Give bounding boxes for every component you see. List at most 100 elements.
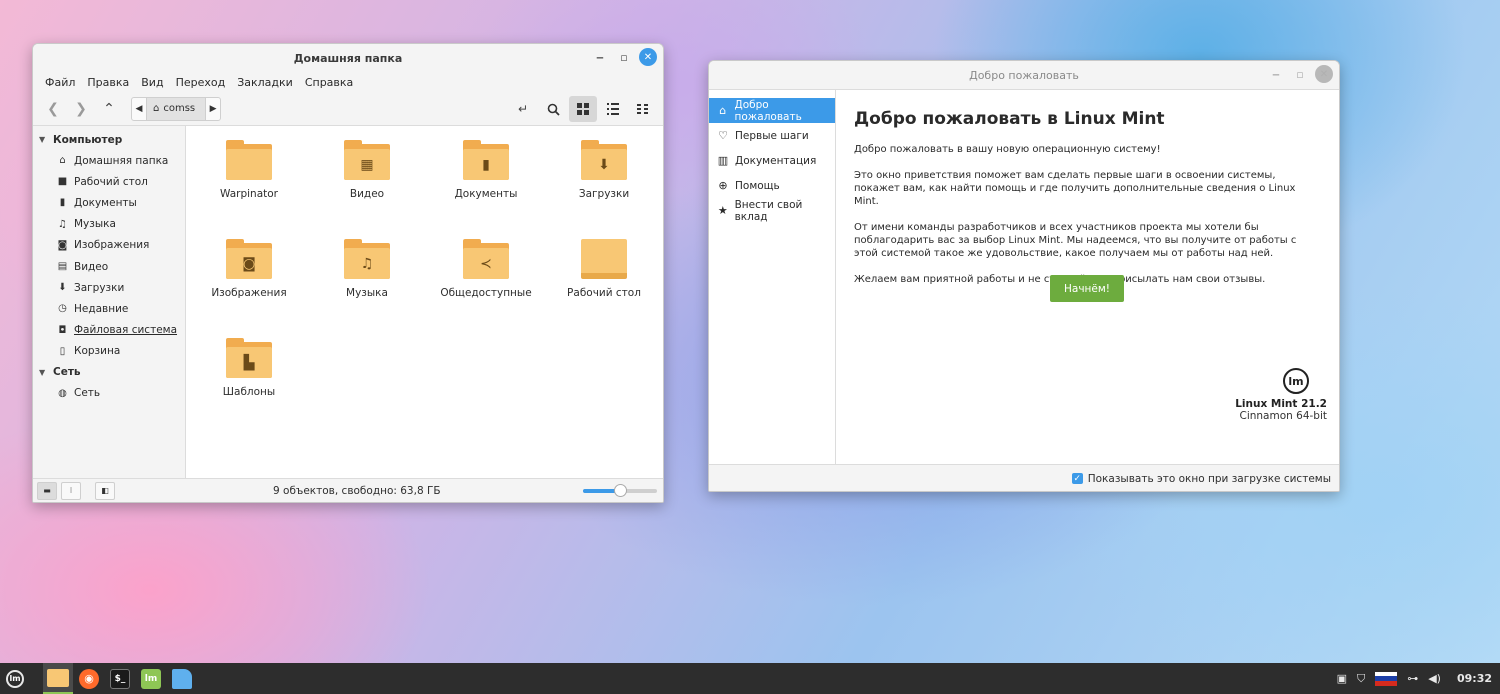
sidebar-section-network[interactable]: ▼ Сеть — [33, 362, 185, 383]
search-button[interactable] — [539, 96, 567, 122]
file-item-music[interactable]: ♫ Музыка — [312, 239, 422, 299]
lets-go-button[interactable]: Начнём! — [1050, 275, 1124, 302]
sidebar-item-desktop[interactable]: ■ Рабочий стол — [33, 171, 185, 192]
sidebar-item-documentation[interactable]: ▥ Документация — [709, 148, 835, 173]
music-icon: ♫ — [58, 218, 67, 230]
zoom-slider[interactable] — [583, 484, 657, 497]
minimize-button[interactable]: ‒ — [591, 48, 609, 66]
checkmark-icon: ✓ — [1073, 473, 1081, 484]
file-label: Музыка — [346, 287, 388, 299]
list-view-button[interactable] — [599, 96, 627, 122]
clock[interactable]: 09:32 — [1457, 672, 1492, 685]
file-item-documents[interactable]: ▮ Документы — [431, 140, 541, 200]
sidebar-item-filesystem[interactable]: ◘ Файловая система — [33, 320, 185, 341]
sidebar-item-pictures[interactable]: ◙ Изображения — [33, 235, 185, 256]
welcome-sidebar: ⌂ Добро пожаловать ♡ Первые шаги ▥ Документ… — [709, 90, 836, 464]
file-item-pictures[interactable]: ◙ Изображения — [194, 239, 304, 299]
sidebar-item-videos[interactable]: ▤ Видео — [33, 256, 185, 277]
file-item-templates[interactable]: ▙ Шаблоны — [194, 338, 304, 398]
compact-view-button[interactable] — [629, 96, 657, 122]
file-item-public[interactable]: ≺ Общедоступные — [431, 239, 541, 299]
sidebar-item-welcome[interactable]: ⌂ Добро пожаловать — [709, 98, 835, 123]
sidebar-item-contribute[interactable]: ★ Внести свой вклад — [709, 198, 835, 223]
sidebar-item-recent[interactable]: ◷ Недавние — [33, 298, 185, 319]
file-item-downloads[interactable]: ⬇ Загрузки — [549, 140, 659, 200]
menu-go[interactable]: Переход — [170, 76, 232, 89]
folder-templates-icon: ▙ — [226, 338, 272, 378]
folder-share-icon: ≺ — [463, 239, 509, 279]
version-label: Linux Mint 21.2 — [1235, 398, 1327, 410]
window-title: Добро пожаловать — [969, 68, 1079, 82]
sidebar-item-music[interactable]: ♫ Музыка — [33, 214, 185, 235]
show-places-button[interactable]: ▬ — [37, 481, 57, 500]
path-right-arrow[interactable]: ▶ — [206, 104, 220, 114]
back-button[interactable]: ❮ — [39, 96, 67, 122]
sidebar-item-label: Помощь — [735, 179, 780, 192]
close-button[interactable]: ✕ — [639, 48, 657, 66]
sidebar-item-home[interactable]: ⌂ Домашняя папка — [33, 150, 185, 171]
toggle-location-button[interactable]: ↵ — [509, 96, 537, 122]
shield-icon[interactable]: ⛉ — [1357, 672, 1365, 686]
chevron-left-icon: ❮ — [47, 100, 59, 117]
menu-file[interactable]: Файл — [39, 76, 81, 89]
show-on-startup-label[interactable]: Показывать это окно при загрузке системы — [1088, 473, 1331, 485]
taskbar: lm ◉ $_ lm ▣ ⛉ ⊶ ◀) 09:32 — [0, 663, 1500, 694]
menu-button[interactable]: lm — [0, 663, 30, 694]
sidebar-item-label: Изображения — [74, 239, 150, 252]
sidebar-item-downloads[interactable]: ⬇ Загрузки — [33, 277, 185, 298]
file-manager-titlebar[interactable]: Домашняя папка ‒ ▫ ✕ — [33, 44, 663, 72]
taskbar-app-terminal[interactable]: $_ — [105, 663, 135, 694]
terminal-icon: $_ — [110, 668, 130, 689]
welcome-paragraph: От имени команды разработчиков и всех уч… — [854, 222, 1297, 259]
zoom-slider-handle[interactable] — [614, 484, 627, 497]
window-title: Домашняя папка — [293, 51, 403, 65]
clipboard-icon[interactable]: ▣ — [1337, 672, 1347, 685]
menu-edit[interactable]: Правка — [81, 76, 135, 89]
file-item-desktop[interactable]: Рабочий стол — [549, 239, 659, 299]
sidebar-item-trash[interactable]: ▯ Корзина — [33, 341, 185, 362]
forward-button[interactable]: ❯ — [67, 96, 95, 122]
sidebar-section-computer[interactable]: ▼ Компьютер — [33, 129, 185, 150]
maximize-button[interactable]: ▫ — [615, 48, 633, 66]
up-button[interactable]: ⌃ — [95, 96, 123, 122]
show-tree-button[interactable]: ⁝ — [61, 481, 81, 500]
file-item-warpinator[interactable]: Warpinator — [194, 140, 304, 200]
hide-sidebar-button[interactable]: ◧ — [95, 481, 115, 500]
breadcrumb-home[interactable]: ⌂ comss — [146, 97, 207, 120]
sidebar-item-label: Документы — [74, 196, 137, 209]
sidebar-item-label: Сеть — [74, 387, 101, 400]
taskbar-app-welcome[interactable]: lm — [136, 663, 166, 694]
keyboard-layout-flag-icon[interactable] — [1375, 671, 1398, 686]
taskbar-app-editor[interactable] — [167, 663, 197, 694]
sidebar-item-help[interactable]: ⊕ Помощь — [709, 173, 835, 198]
sidebar-item-documents[interactable]: ▮ Документы — [33, 192, 185, 213]
folder-video-icon: ▦ — [344, 140, 390, 180]
volume-icon[interactable]: ◀) — [1428, 672, 1441, 685]
compact-list-icon — [637, 104, 648, 114]
home-icon: ⌂ — [719, 104, 727, 117]
network-icon[interactable]: ⊶ — [1407, 672, 1418, 685]
menu-bookmarks[interactable]: Закладки — [231, 76, 299, 89]
maximize-button[interactable]: ▫ — [1291, 65, 1309, 83]
sidebar-item-network[interactable]: ◍ Сеть — [33, 383, 185, 404]
menu-help[interactable]: Справка — [299, 76, 359, 89]
icon-view-button[interactable] — [569, 96, 597, 122]
sidebar-item-label: Первые шаги — [735, 129, 809, 142]
minimize-button[interactable]: ‒ — [1267, 65, 1285, 83]
file-grid: Warpinator ▦ Видео ▮ Документы ⬇ Загрузк… — [186, 126, 663, 478]
file-label: Видео — [349, 188, 385, 200]
taskbar-app-firefox[interactable]: ◉ — [74, 663, 104, 694]
close-button[interactable]: ✕ — [1315, 65, 1333, 83]
path-bar: ◀ ⌂ comss ▶ — [131, 96, 222, 121]
welcome-titlebar[interactable]: Добро пожаловать ‒ ▫ ✕ — [709, 61, 1339, 89]
file-item-videos[interactable]: ▦ Видео — [312, 140, 422, 200]
show-on-startup-checkbox[interactable]: ✓ — [1071, 473, 1083, 484]
menu-view[interactable]: Вид — [135, 76, 169, 89]
path-left-arrow[interactable]: ◀ — [132, 104, 146, 114]
tree-icon: ⁝ — [69, 486, 73, 495]
folder-music-icon: ♫ — [344, 239, 390, 279]
clock-icon: ◷ — [58, 303, 67, 315]
taskbar-app-files[interactable] — [43, 663, 73, 694]
sidebar-item-label: Корзина — [74, 345, 121, 358]
sidebar-item-first-steps[interactable]: ♡ Первые шаги — [709, 123, 835, 148]
